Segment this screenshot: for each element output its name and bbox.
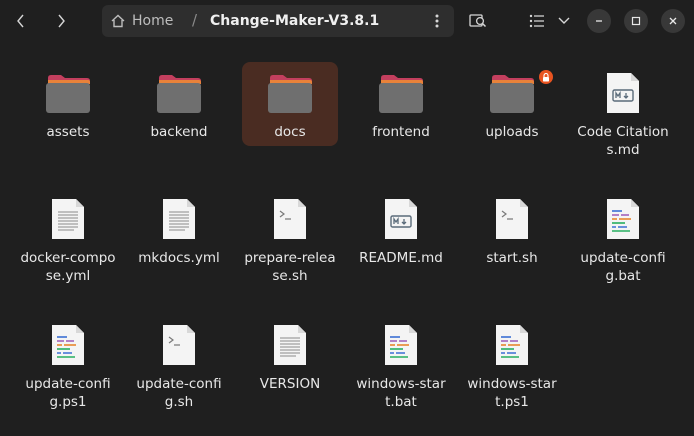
folder-item-selected[interactable]: docs [242, 62, 338, 182]
script-file-icon [496, 199, 528, 239]
file-item[interactable]: update-config.bat [575, 190, 671, 310]
close-icon [669, 17, 677, 25]
path-home-segment[interactable]: Home [110, 5, 173, 37]
maximize-button[interactable] [624, 9, 648, 33]
file-name: windows-start.ps1 [467, 376, 557, 410]
file-name: frontend [372, 124, 430, 140]
file-name: docs [274, 124, 306, 140]
code-file-icon [52, 325, 84, 365]
file-name: uploads [485, 124, 539, 140]
code-file-icon [607, 199, 639, 239]
minimize-button[interactable] [587, 9, 611, 33]
text-file-icon [52, 199, 84, 239]
file-name: README.md [359, 250, 443, 266]
file-name: update-config.bat [580, 250, 666, 284]
lock-badge [539, 70, 553, 84]
file-item[interactable]: update-config.ps1 [20, 316, 116, 436]
file-name: update-config.sh [136, 376, 222, 410]
file-name: windows-start.bat [356, 376, 446, 410]
home-icon [111, 14, 125, 28]
folder-item[interactable]: backend [131, 64, 227, 184]
view-options-button[interactable] [554, 8, 574, 34]
file-name: backend [150, 124, 208, 140]
view-list-button[interactable] [526, 8, 548, 34]
file-name: Code Citations.md [577, 124, 669, 158]
script-file-icon [163, 325, 195, 365]
path-menu-button[interactable] [430, 13, 444, 29]
folder-icon [46, 75, 90, 113]
script-file-icon [274, 199, 306, 239]
forward-button[interactable] [48, 8, 74, 34]
file-item[interactable]: windows-start.bat [353, 316, 449, 436]
search-icon [469, 14, 487, 28]
file-name: assets [46, 124, 90, 140]
file-item[interactable]: update-config.sh [131, 316, 227, 436]
code-file-icon [496, 325, 528, 365]
minimize-icon [596, 20, 602, 22]
maximize-icon [631, 16, 641, 26]
folder-icon [490, 75, 534, 113]
markdown-file-icon [385, 199, 417, 239]
text-file-icon [163, 199, 195, 239]
chevron-right-icon [58, 14, 65, 28]
folder-icon [157, 75, 201, 113]
back-button[interactable] [8, 8, 34, 34]
file-item[interactable]: docker-compose.yml [20, 190, 116, 310]
file-name: start.sh [486, 250, 538, 266]
lock-icon [543, 72, 549, 81]
file-item[interactable]: VERSION [242, 316, 338, 436]
path-bar: Home / Change-Maker-V3.8.1 [102, 5, 454, 37]
path-home-label: Home [132, 13, 174, 29]
chevron-left-icon [17, 14, 24, 28]
file-item[interactable]: Code Citations.md [575, 64, 671, 184]
file-item[interactable]: mkdocs.yml [131, 190, 227, 310]
folder-item[interactable]: uploads [464, 64, 560, 184]
close-button[interactable] [661, 9, 685, 33]
kebab-menu-icon [435, 14, 439, 28]
path-separator: / [192, 11, 198, 29]
path-current-folder[interactable]: Change-Maker-V3.8.1 [210, 5, 379, 37]
chevron-down-icon [558, 17, 570, 24]
code-file-icon [385, 325, 417, 365]
markdown-file-icon [607, 73, 639, 113]
file-name: update-config.ps1 [25, 376, 111, 410]
folder-item[interactable]: assets [20, 64, 116, 184]
list-view-icon [529, 14, 544, 28]
file-name: prepare-release.sh [244, 250, 336, 284]
file-item[interactable]: start.sh [464, 190, 560, 310]
file-item[interactable]: prepare-release.sh [242, 190, 338, 310]
search-button[interactable] [466, 8, 490, 34]
folder-icon [379, 75, 423, 113]
file-item[interactable]: README.md [353, 190, 449, 310]
file-item[interactable]: windows-start.ps1 [464, 316, 560, 436]
text-file-icon [274, 325, 306, 365]
file-name: VERSION [259, 376, 321, 392]
folder-item[interactable]: frontend [353, 64, 449, 184]
folder-icon [268, 75, 312, 113]
header-bar: Home / Change-Maker-V3.8.1 [0, 0, 694, 42]
file-name: docker-compose.yml [20, 250, 116, 284]
file-name: mkdocs.yml [138, 250, 220, 266]
